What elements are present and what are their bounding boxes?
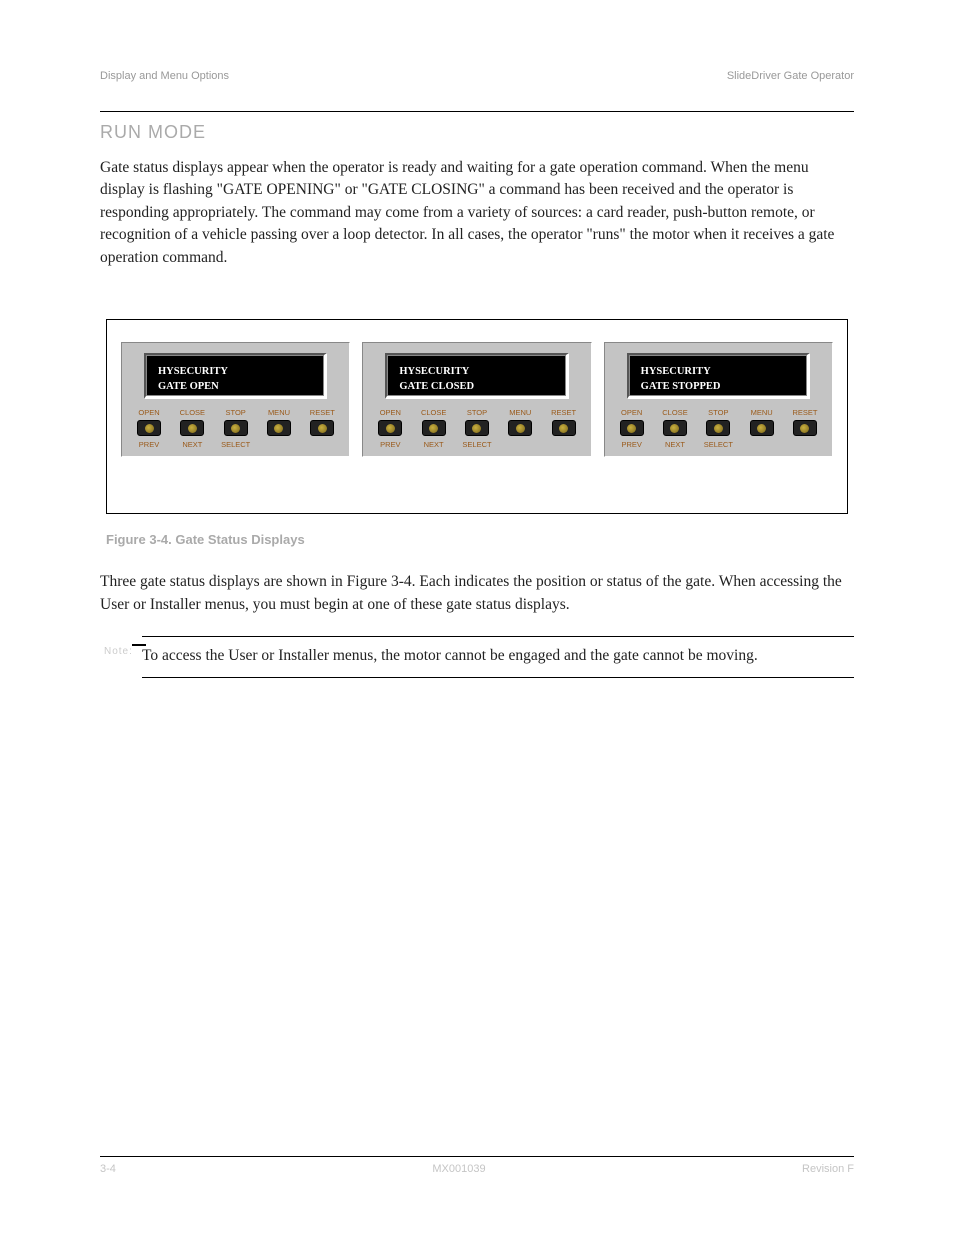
- button-row: OPEN PREV CLOSE NEXT STOP SELECT MENU RESET: [130, 409, 341, 450]
- stop-button[interactable]: [224, 420, 248, 436]
- header-left: Display and Menu Options: [100, 70, 229, 82]
- btn-label: RESET: [792, 409, 817, 418]
- footer-center: MX001039: [432, 1163, 485, 1175]
- menu-button[interactable]: [508, 420, 532, 436]
- paragraph-1: Gate status displays appear when the ope…: [100, 157, 854, 269]
- btn-label: CLOSE: [180, 409, 205, 418]
- reset-button[interactable]: [793, 420, 817, 436]
- close-button[interactable]: [180, 420, 204, 436]
- note-block: Note: To access the User or Installer me…: [142, 636, 854, 678]
- btn-label: CLOSE: [662, 409, 687, 418]
- button-led-icon: [318, 424, 327, 433]
- close-button[interactable]: [663, 420, 687, 436]
- lcd-screen: HYSECURITY GATE STOPPED: [627, 353, 810, 399]
- page-footer: 3-4 MX001039 Revision F: [100, 1156, 854, 1175]
- menu-button[interactable]: [750, 420, 774, 436]
- lcd-screen: HYSECURITY GATE CLOSED: [385, 353, 568, 399]
- button-led-icon: [145, 424, 154, 433]
- figure-panels: HYSECURITY GATE OPEN OPEN PREV CLOSE NEXT …: [106, 319, 848, 514]
- header-rule: [100, 102, 854, 112]
- reset-button[interactable]: [552, 420, 576, 436]
- stop-button[interactable]: [465, 420, 489, 436]
- btn-label: MENU: [268, 409, 290, 418]
- footer-left: 3-4: [100, 1163, 116, 1175]
- button-row: OPEN PREV CLOSE NEXT STOP SELECT MENU RESET: [613, 409, 824, 450]
- lcd-line2: GATE STOPPED: [641, 380, 795, 395]
- button-led-icon: [188, 424, 197, 433]
- lcd-line2: GATE OPEN: [158, 380, 312, 395]
- button-led-icon: [757, 424, 766, 433]
- reset-button[interactable]: [310, 420, 334, 436]
- btn-label: PREV: [139, 441, 159, 450]
- button-led-icon: [627, 424, 636, 433]
- control-panel-stopped: HYSECURITY GATE STOPPED OPEN PREV CLOSE NE…: [604, 342, 833, 457]
- note-label: Note:: [104, 645, 133, 659]
- button-led-icon: [559, 424, 568, 433]
- btn-label: OPEN: [380, 409, 401, 418]
- stop-button[interactable]: [706, 420, 730, 436]
- note-text: To access the User or Installer menus, t…: [142, 647, 758, 664]
- lcd-line2: GATE CLOSED: [399, 380, 553, 395]
- button-led-icon: [670, 424, 679, 433]
- menu-button[interactable]: [267, 420, 291, 436]
- open-button[interactable]: [378, 420, 402, 436]
- button-led-icon: [472, 424, 481, 433]
- figure-caption: Figure 3-4. Gate Status Displays: [106, 532, 854, 547]
- footer-right: Revision F: [802, 1163, 854, 1175]
- btn-label: PREV: [380, 441, 400, 450]
- section-title: RUN MODE: [100, 122, 854, 143]
- btn-label: SELECT: [221, 441, 250, 450]
- button-led-icon: [231, 424, 240, 433]
- btn-label: RESET: [310, 409, 335, 418]
- btn-label: MENU: [751, 409, 773, 418]
- btn-label: OPEN: [621, 409, 642, 418]
- control-panel-open: HYSECURITY GATE OPEN OPEN PREV CLOSE NEXT …: [121, 342, 350, 457]
- btn-label: STOP: [467, 409, 487, 418]
- lcd-screen: HYSECURITY GATE OPEN: [144, 353, 327, 399]
- open-button[interactable]: [620, 420, 644, 436]
- paragraph-2: Three gate status displays are shown in …: [100, 571, 854, 616]
- btn-label: STOP: [226, 409, 246, 418]
- close-button[interactable]: [422, 420, 446, 436]
- button-led-icon: [516, 424, 525, 433]
- button-led-icon: [714, 424, 723, 433]
- btn-label: SELECT: [704, 441, 733, 450]
- control-panel-closed: HYSECURITY GATE CLOSED OPEN PREV CLOSE NEX…: [362, 342, 591, 457]
- button-led-icon: [429, 424, 438, 433]
- button-led-icon: [274, 424, 283, 433]
- btn-label: SELECT: [462, 441, 491, 450]
- button-led-icon: [386, 424, 395, 433]
- btn-label: NEXT: [182, 441, 202, 450]
- btn-label: NEXT: [665, 441, 685, 450]
- btn-label: CLOSE: [421, 409, 446, 418]
- lcd-line1: HYSECURITY: [399, 365, 553, 380]
- open-button[interactable]: [137, 420, 161, 436]
- btn-label: PREV: [621, 441, 641, 450]
- lcd-line1: HYSECURITY: [641, 365, 795, 380]
- button-led-icon: [800, 424, 809, 433]
- btn-label: RESET: [551, 409, 576, 418]
- btn-label: MENU: [509, 409, 531, 418]
- btn-label: NEXT: [424, 441, 444, 450]
- btn-label: OPEN: [138, 409, 159, 418]
- lcd-line1: HYSECURITY: [158, 365, 312, 380]
- header-right: SlideDriver Gate Operator: [727, 70, 854, 82]
- btn-label: STOP: [708, 409, 728, 418]
- button-row: OPEN PREV CLOSE NEXT STOP SELECT MENU RESET: [371, 409, 582, 450]
